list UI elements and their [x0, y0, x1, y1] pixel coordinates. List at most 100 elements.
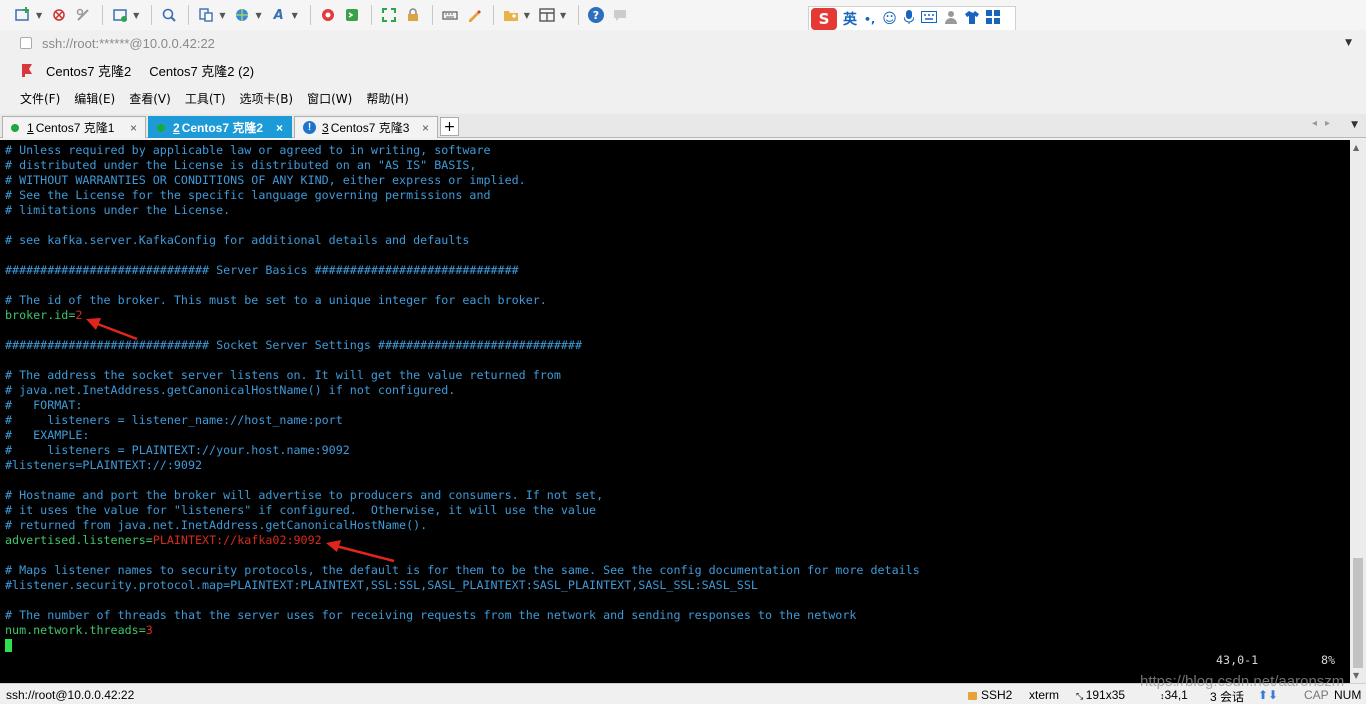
scrollbar-thumb[interactable] — [1353, 558, 1363, 668]
address-text[interactable]: ssh://root:******@10.0.0.42:22 — [42, 36, 215, 51]
properties-caret-icon[interactable]: ▼ — [133, 11, 139, 20]
ime-language-toggle[interactable]: 英 — [843, 9, 857, 29]
user-icon[interactable] — [944, 10, 958, 28]
annotation-arrow-advertised-listeners — [326, 540, 395, 563]
tab-session-2[interactable]: 2 Centos7 克隆2 × — [148, 116, 292, 138]
font-caret-icon[interactable]: ▼ — [292, 11, 298, 20]
tab-session-1[interactable]: 1 Centos7 克隆1 × — [2, 116, 146, 138]
terminal-scrollbar[interactable]: ▲ ▼ — [1350, 140, 1366, 683]
warning-status-icon: ! — [303, 121, 316, 134]
add-tab-button[interactable]: + — [440, 117, 459, 136]
tab-label: Centos7 克隆3 — [330, 121, 410, 135]
tab-number: 3 — [322, 120, 329, 135]
status-position-label: 34,1 — [1164, 688, 1188, 702]
status-size: ⤡ 191x35 — [1076, 688, 1125, 702]
scroll-percent: 8% — [1321, 653, 1336, 667]
toolbar-divider — [188, 5, 190, 25]
grid-icon[interactable] — [985, 10, 1000, 28]
tab-number: 1 — [27, 120, 34, 135]
toolbar-divider — [151, 5, 153, 25]
annotation-arrow-broker-id — [86, 318, 138, 341]
transfer-arrows-icon: ⬆⬇ — [1258, 688, 1279, 702]
new-session-caret-icon[interactable]: ▼ — [36, 11, 42, 20]
menu-help[interactable]: 帮助(H) — [366, 90, 408, 107]
xftp-icon[interactable] — [317, 4, 339, 26]
reconnect-icon[interactable] — [48, 4, 70, 26]
address-icon — [20, 37, 32, 49]
status-num: NUM — [1334, 688, 1362, 702]
toolbar-divider — [309, 5, 311, 25]
menu-tools[interactable]: 工具(T) — [185, 90, 226, 107]
keyboard-icon[interactable] — [439, 4, 461, 26]
tab-close-icon[interactable]: × — [130, 121, 137, 135]
layout-icon[interactable] — [536, 4, 558, 26]
address-dropdown-icon[interactable]: ▼ — [1345, 38, 1352, 48]
tab-bar: 1 Centos7 克隆1 × 2 Centos7 克隆2 × ! 3 Cent… — [0, 114, 1366, 138]
microphone-icon[interactable] — [903, 10, 915, 28]
status-protocol: SSH2 — [968, 688, 1012, 702]
new-tab-caret-icon[interactable]: ▼ — [524, 11, 530, 20]
status-caps: CAP — [1304, 688, 1329, 702]
emoji-icon[interactable]: ☺ — [882, 11, 897, 27]
tab-number: 2 — [173, 120, 180, 135]
properties-icon[interactable] — [109, 4, 131, 26]
sogou-logo-icon[interactable]: S — [811, 8, 837, 30]
toolbar-divider — [578, 5, 580, 25]
scroll-down-icon[interactable]: ▼ — [1353, 671, 1359, 680]
toolbar-divider — [431, 5, 433, 25]
status-term: xterm — [1029, 688, 1059, 702]
cursor-position: 43,0-1 — [1216, 653, 1259, 667]
menu-tab[interactable]: 选项卡(B) — [240, 90, 294, 107]
skin-icon[interactable] — [964, 10, 979, 28]
session-flag-icon — [22, 64, 32, 77]
terminal-cursor — [5, 639, 12, 652]
connected-status-icon — [11, 123, 19, 132]
menu-edit[interactable]: 编辑(E) — [74, 90, 115, 107]
main-toolbar: ▼ ▼ ▼ ▼ A ▼ ▼ ▼ ? — [0, 0, 1366, 30]
transfer-caret-icon[interactable]: ▼ — [219, 11, 225, 20]
find-icon[interactable] — [158, 4, 180, 26]
session-link-2[interactable]: Centos7 克隆2 (2) — [149, 61, 254, 80]
toolbar-divider — [370, 5, 372, 25]
menu-bar: 文件(F) 编辑(E) 查看(V) 工具(T) 选项卡(B) 窗口(W) 帮助(… — [0, 84, 1366, 112]
lock-icon[interactable] — [402, 4, 424, 26]
tab-scroll-arrows-icon[interactable]: ◂▸ — [1312, 118, 1338, 129]
new-tab-icon[interactable] — [500, 4, 522, 26]
session-link-1[interactable]: Centos7 克隆2 — [46, 61, 131, 80]
transfer-icon[interactable] — [195, 4, 217, 26]
toolbar-divider — [492, 5, 494, 25]
xshell-icon[interactable] — [341, 4, 363, 26]
status-connection: ssh://root@10.0.0.42:22 — [6, 688, 135, 702]
globe-icon[interactable] — [231, 4, 253, 26]
status-size-label: 191x35 — [1085, 688, 1126, 702]
font-icon[interactable]: A — [268, 4, 290, 26]
menu-view[interactable]: 查看(V) — [129, 90, 171, 107]
disconnect-icon[interactable] — [72, 4, 94, 26]
address-bar[interactable]: ssh://root:******@10.0.0.42:22 ▼ — [0, 30, 1366, 56]
toolbar-divider — [102, 5, 104, 25]
status-protocol-label: SSH2 — [981, 688, 1013, 702]
layout-caret-icon[interactable]: ▼ — [560, 11, 566, 20]
fullscreen-icon[interactable] — [378, 4, 400, 26]
scroll-up-icon[interactable]: ▲ — [1353, 143, 1359, 152]
tab-session-3[interactable]: ! 3 Centos7 克隆3 × — [294, 116, 438, 138]
highlight-icon[interactable] — [463, 4, 485, 26]
tab-close-icon[interactable]: × — [422, 121, 429, 135]
watermark: https://blog.csdn.net/aaronszm — [1140, 673, 1345, 690]
keyboard-icon[interactable] — [920, 11, 937, 27]
chat-icon[interactable] — [609, 4, 631, 26]
connected-status-icon — [157, 123, 165, 132]
help-icon[interactable]: ? — [585, 4, 607, 26]
session-links-bar: Centos7 克隆2 Centos7 克隆2 (2) — [0, 56, 1366, 84]
svg-text:?: ? — [593, 9, 599, 22]
menu-window[interactable]: 窗口(W) — [307, 90, 352, 107]
tab-close-icon[interactable]: × — [276, 121, 283, 135]
status-position: ↕34,1 — [1160, 688, 1188, 702]
menu-file[interactable]: 文件(F) — [20, 90, 60, 107]
ime-punctuation-toggle[interactable]: •, — [864, 13, 875, 26]
globe-caret-icon[interactable]: ▼ — [255, 11, 261, 20]
terminal-output[interactable]: # Unless required by applicable law or a… — [0, 140, 1350, 683]
new-session-icon[interactable] — [12, 4, 34, 26]
tab-label: Centos7 克隆2 — [181, 121, 264, 135]
tab-list-dropdown-icon[interactable]: ▼ — [1351, 120, 1358, 130]
